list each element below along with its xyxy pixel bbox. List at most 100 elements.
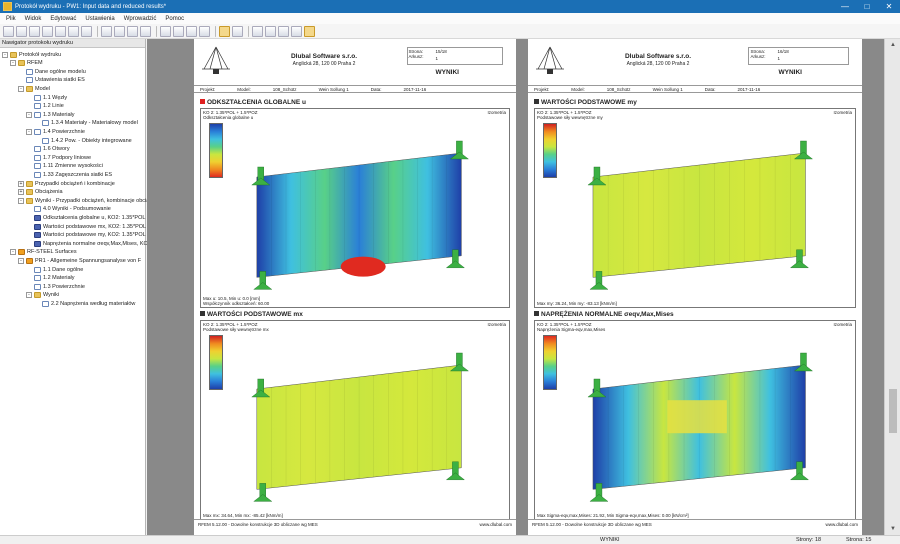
section-title-text: WARTOŚCI PODSTAWOWE my xyxy=(541,99,637,106)
refresh-icon[interactable] xyxy=(81,25,92,37)
close-button[interactable]: ✕ xyxy=(878,0,900,13)
result-type-caption: Podstawowe siły wewnętrzne my xyxy=(537,115,603,120)
status-page-count: Strony: 18 xyxy=(796,537,822,543)
print-preview-icon[interactable] xyxy=(55,25,66,37)
scroll-down-icon[interactable]: ▼ xyxy=(885,523,900,535)
menu-pomoc[interactable]: Pomoc xyxy=(165,16,184,22)
menu-plik[interactable]: Plik xyxy=(6,16,16,22)
last-page-icon[interactable] xyxy=(140,25,151,37)
scroll-thumb[interactable] xyxy=(889,389,897,434)
result-extremes: Max my: 36.24, Min my: -83.13 [kNm/m] xyxy=(537,301,617,306)
tree-toggle-icon[interactable]: - xyxy=(26,292,32,299)
result-section-title: WARTOŚCI PODSTAWOWE my xyxy=(534,99,637,106)
fe-result-graphic xyxy=(251,140,469,290)
pan-icon[interactable] xyxy=(219,25,230,37)
tree-toggle-icon[interactable]: - xyxy=(18,197,24,204)
menu-ustawienia[interactable]: Ustawienia xyxy=(85,16,114,22)
section-title-text: WARTOŚCI PODSTAWOWE mx xyxy=(207,311,303,318)
export-icon[interactable] xyxy=(68,25,79,37)
tree-item-label: 1.3 Materiały xyxy=(43,111,75,118)
new-icon[interactable] xyxy=(3,25,14,37)
page-number-box: Strona: 16/18 Arkusz: 1 xyxy=(748,47,849,65)
tree-item-label: Model xyxy=(35,85,50,92)
model-value: 108_Schütz xyxy=(272,86,297,92)
folder-icon xyxy=(26,189,33,196)
page-icon xyxy=(42,300,49,307)
menu-edytowac[interactable]: Edytować xyxy=(50,16,76,22)
view-label: Izometria xyxy=(833,322,852,327)
page-header: Dlubal Software s.r.o. Anglická 28, 120 0… xyxy=(528,39,862,95)
page-footer: RFEM 5.12.00 - Dowolne konstrukcje 3D ob… xyxy=(194,519,516,529)
data-value: 2017-11-16 xyxy=(403,86,427,92)
tree-item-label: 1.4.2 Pow. - Obiekty integrowane xyxy=(51,137,132,144)
scroll-up-icon[interactable]: ▲ xyxy=(885,39,900,51)
folder-icon xyxy=(26,85,33,92)
tree-toggle-icon[interactable]: - xyxy=(26,128,32,135)
cut-icon[interactable] xyxy=(160,25,171,37)
tree-item-label: Ustawienia siatki ES xyxy=(35,77,85,84)
tree-toggle-icon[interactable]: - xyxy=(2,51,8,58)
section-marker-icon xyxy=(200,99,205,104)
vertical-scrollbar[interactable]: ▲ ▼ xyxy=(884,39,900,535)
settings-icon[interactable] xyxy=(252,25,263,37)
support-symbol xyxy=(445,260,465,269)
project-info-row: Projekt: Model: 108_Schütz Wein Sollung 1 Da… xyxy=(194,85,516,93)
tree-toggle-icon[interactable]: - xyxy=(10,60,16,67)
prev-page-icon[interactable] xyxy=(114,25,125,37)
layout-icon[interactable] xyxy=(304,25,315,37)
window-title: Protokół wydruku - PW1: Input data and r… xyxy=(15,3,167,10)
menu-wprowadzic[interactable]: Wprowadzić xyxy=(124,16,157,22)
support-symbol xyxy=(789,472,810,481)
menu-widok[interactable]: Widok xyxy=(25,16,42,22)
page-icon xyxy=(26,68,33,75)
tree-item-label: Wartości podstawowe my, KO2: 1.35*POL xyxy=(43,232,146,239)
print-icon[interactable] xyxy=(42,25,53,37)
insert-graphic-icon[interactable] xyxy=(265,25,276,37)
result-section-title: WARTOŚCI PODSTAWOWE mx xyxy=(200,311,303,318)
view-label: Izometria xyxy=(487,322,506,327)
zoom-icon[interactable] xyxy=(186,25,197,37)
result-section-title: NAPRĘŻENIA NORMALNE σeqv,Max,Mises xyxy=(534,311,674,318)
result-extremes: Max mx: 34.64, Min mx: -85.42 [kNm/m] xyxy=(203,513,283,518)
color-legend xyxy=(209,123,223,178)
next-page-icon[interactable] xyxy=(127,25,138,37)
tree-item-label: 1.2 Materiały xyxy=(43,275,75,282)
open-icon[interactable] xyxy=(16,25,27,37)
page-icon xyxy=(34,94,41,101)
cube-icon xyxy=(34,223,41,230)
tree-toggle-icon[interactable]: - xyxy=(26,111,32,118)
tree-toggle-icon[interactable]: - xyxy=(18,257,24,264)
select-icon[interactable] xyxy=(232,25,243,37)
color-legend xyxy=(209,335,223,390)
section-title-text: NAPRĘŻENIA NORMALNE σeqv,Max,Mises xyxy=(541,311,674,318)
tree-toggle-icon[interactable]: + xyxy=(18,180,24,187)
copy-icon[interactable] xyxy=(173,25,184,37)
section-title-text: ODKSZTAŁCENIA GLOBALNE u xyxy=(207,99,306,106)
tree-toggle-icon[interactable]: - xyxy=(18,85,24,92)
menu-bar: Plik Widok Edytować Ustawienia Wprowadzi… xyxy=(0,13,900,24)
folder-icon xyxy=(26,197,33,204)
page-icon xyxy=(34,266,41,273)
tree-toggle-icon[interactable]: + xyxy=(18,189,24,196)
tree-item-label: RF-STEEL Surfaces xyxy=(27,249,77,256)
status-section: WYNIKI xyxy=(600,537,620,543)
section-label: WYNIKI xyxy=(778,69,802,76)
app-icon xyxy=(3,2,12,11)
insert-text-icon[interactable] xyxy=(278,25,289,37)
model-label: Model: xyxy=(237,86,251,92)
tree-item[interactable]: 2.2 Naprężenia według materiałów xyxy=(34,299,135,308)
preview-workspace[interactable]: Dlubal Software s.r.o. Anglická 28, 120 0… xyxy=(147,39,884,535)
properties-icon[interactable] xyxy=(291,25,302,37)
folder-icon xyxy=(26,180,33,187)
tree-toggle-icon[interactable]: - xyxy=(10,249,16,256)
save-icon[interactable] xyxy=(29,25,40,37)
tree-item-label: RFEM xyxy=(27,60,43,67)
first-page-icon[interactable] xyxy=(101,25,112,37)
mesh-icon xyxy=(18,249,25,256)
page-icon xyxy=(34,171,41,178)
zoom-dropdown-icon[interactable] xyxy=(199,25,210,37)
footer-software: RFEM 5.12.00 - Dowolne konstrukcje 3D ob… xyxy=(198,522,318,527)
tree-item-label: 1.1 Dane ogólne xyxy=(43,266,84,273)
maximize-button[interactable]: □ xyxy=(856,0,878,13)
minimize-button[interactable]: — xyxy=(834,0,856,13)
